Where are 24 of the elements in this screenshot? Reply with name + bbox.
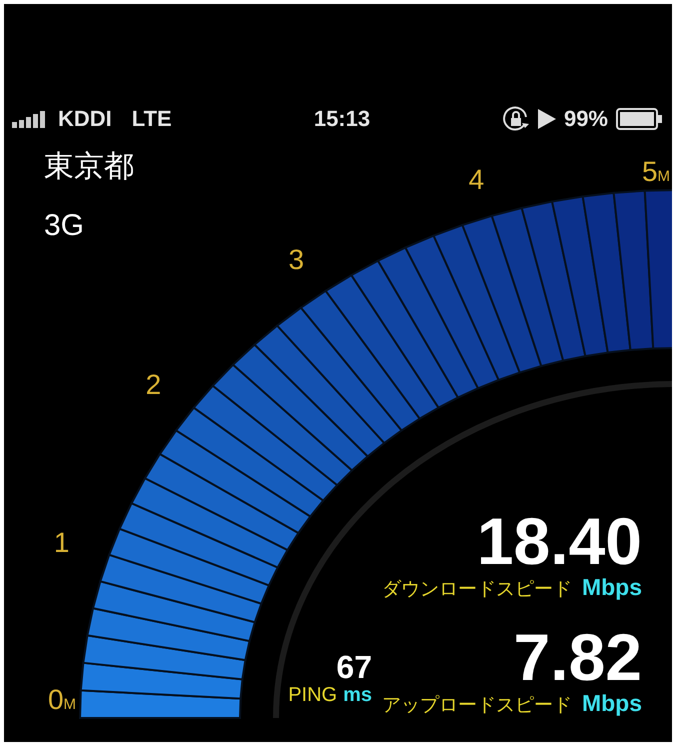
rotation-lock-icon bbox=[502, 105, 530, 133]
scale-label: 5M bbox=[642, 156, 670, 188]
unit-label: ms bbox=[343, 684, 372, 707]
speed-label: アップロードスピード bbox=[382, 694, 572, 718]
scale-label: 3 bbox=[288, 244, 304, 276]
speed-value: 7.82 bbox=[514, 624, 642, 690]
battery-icon bbox=[616, 108, 662, 130]
region-label: 東京都 bbox=[44, 149, 134, 185]
ping-label: PING bbox=[288, 684, 338, 707]
unit-label: Mbps bbox=[582, 690, 642, 717]
scale-label: 0M bbox=[48, 684, 76, 716]
scale-label: 4 bbox=[468, 164, 484, 196]
scale-label: 2 bbox=[146, 369, 162, 402]
ping-value: 67 bbox=[336, 650, 372, 684]
speed-label: ダウンロードスピード bbox=[382, 578, 572, 602]
unit-label: Mbps bbox=[582, 574, 642, 601]
speed-value: 18.40 bbox=[476, 508, 642, 574]
network-type: LTE bbox=[132, 106, 172, 132]
play-icon bbox=[538, 109, 556, 129]
carrier-name: KDDI bbox=[58, 106, 112, 132]
scale-label: 1 bbox=[54, 527, 70, 560]
battery-percentage: 99% bbox=[564, 106, 608, 132]
clock-time: 15:13 bbox=[314, 106, 370, 131]
connection-type: 3G bbox=[44, 209, 84, 243]
